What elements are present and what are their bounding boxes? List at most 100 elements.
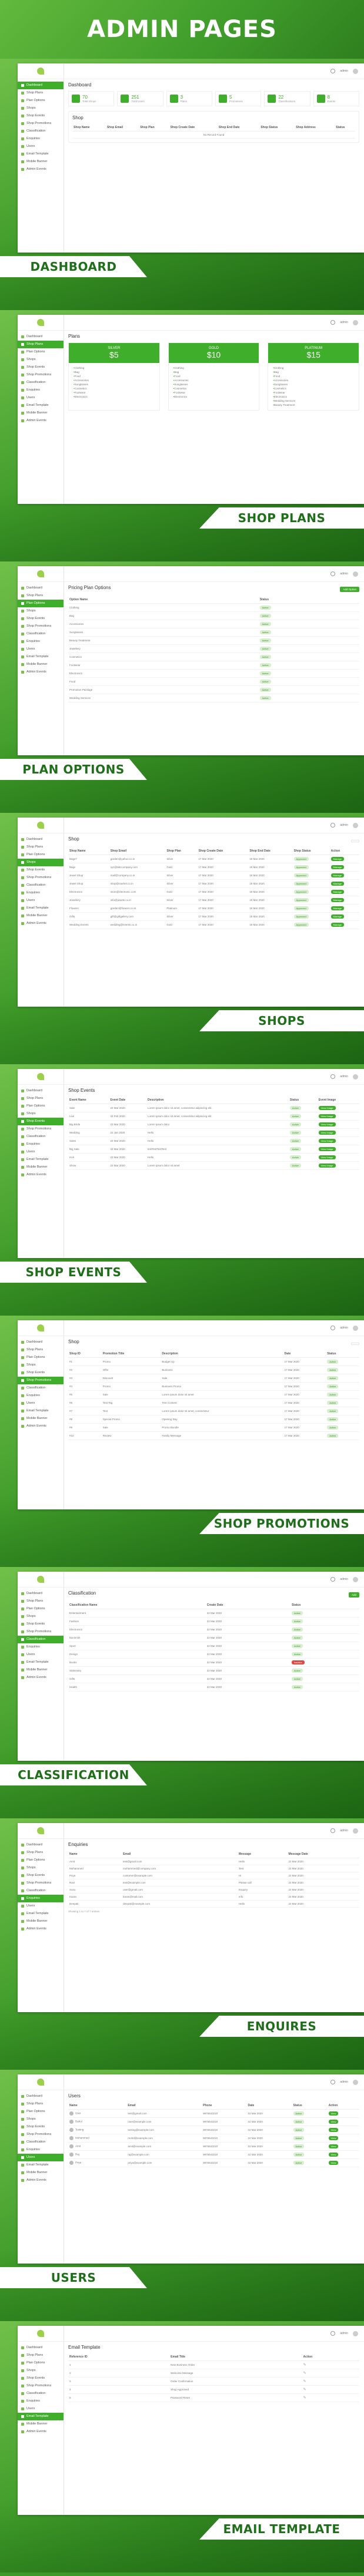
edit-icon[interactable]: ✎ — [303, 2372, 306, 2375]
table-row[interactable]: Electronics 22 Mar 2020 Active — [68, 1625, 359, 1634]
table-row[interactable]: Sunglasses Active — [68, 628, 359, 637]
search-input[interactable] — [351, 1342, 359, 1345]
bell-icon[interactable] — [330, 1326, 336, 1330]
user-name[interactable]: admin — [340, 321, 348, 324]
table-row[interactable]: Priya priya@example.com 9876543210 22 Mar 2… — [68, 2158, 359, 2167]
table-row[interactable]: Wedding 22 Jan 2020 Hello Active View Image — [68, 1128, 359, 1137]
sidebar-item[interactable]: Users — [18, 1902, 64, 1910]
table-row[interactable]: Bags xyz@abccompany.com Gold 17 Mar 2020 18 … — [68, 863, 359, 872]
stat-card[interactable]: 22 Classifications — [264, 91, 310, 106]
sidebar-item[interactable]: Email Template — [18, 1407, 64, 1415]
table-row[interactable]: Gifts gift@giftgallery.com Silver 17 Mar 20… — [68, 912, 359, 921]
table-row[interactable]: Jewellery info@jewels.co.in Silver 17 Mar 2… — [68, 896, 359, 904]
sidebar-item[interactable]: Dashboard — [18, 1087, 64, 1095]
avatar[interactable] — [353, 320, 358, 325]
sidebar-item[interactable]: Shop Events — [18, 1620, 64, 1628]
stat-card[interactable]: 5 Promotions — [215, 91, 262, 106]
bell-icon[interactable] — [330, 1828, 336, 1833]
sidebar-item[interactable]: Plan Options — [18, 97, 64, 105]
user-name[interactable]: admin — [340, 1075, 348, 1078]
sidebar-item[interactable]: Plan Options — [18, 1354, 64, 1361]
sidebar-item[interactable]: Email Template — [18, 402, 64, 409]
table-row[interactable]: Sales 22 Mar 2020 Hello Active View Image — [68, 1136, 359, 1145]
sidebar-item[interactable]: Shop Promotions — [18, 1125, 64, 1133]
sidebar-item[interactable]: Enquiries — [18, 1392, 64, 1400]
sidebar-item[interactable]: Shop Events — [18, 364, 64, 371]
sidebar-item[interactable]: Enquiries — [18, 2146, 64, 2154]
table-row[interactable]: Jewel Shop mail@company.co.in Silver 17 Mar… — [68, 871, 359, 880]
status-badge[interactable]: Active — [259, 696, 271, 700]
view-user-button[interactable]: View — [328, 2128, 339, 2132]
manage-button[interactable]: Manage — [330, 865, 345, 869]
sidebar-item[interactable]: Dashboard — [18, 1590, 64, 1598]
add-option-button[interactable]: Add Option — [340, 587, 359, 592]
sidebar-item[interactable]: Shops — [18, 1613, 64, 1620]
user-name[interactable]: admin — [340, 572, 348, 576]
sidebar-item[interactable]: Plan Options — [18, 1102, 64, 1110]
status-badge[interactable]: Active — [259, 655, 271, 659]
table-row[interactable]: Design 22 Mar 2020 Active — [68, 1650, 359, 1659]
manage-button[interactable]: Manage — [330, 873, 345, 877]
sidebar-item[interactable]: Email Template — [18, 1659, 64, 1666]
sidebar-item[interactable]: Enquiries — [18, 889, 64, 897]
view-user-button[interactable]: View — [328, 2144, 339, 2148]
table-row[interactable]: Jewel Shop shop@market.co.in Silver 17 Mar … — [68, 879, 359, 888]
sidebar-item[interactable]: Mobile Banner — [18, 1918, 64, 1925]
table-row[interactable]: #8 Special Promo Opening Day 17 Mar 2020 Act… — [68, 1415, 359, 1424]
sidebar-item[interactable]: Shop Promotions — [18, 2131, 64, 2138]
sidebar-item[interactable]: Enquiries — [18, 1141, 64, 1148]
view-user-button[interactable]: View — [328, 2153, 339, 2157]
sidebar-item[interactable]: Dashboard — [18, 584, 64, 592]
stat-card[interactable]: 3 Plans — [166, 91, 212, 106]
sidebar-item[interactable]: Plan Options — [18, 348, 64, 356]
user-name[interactable]: admin — [340, 1829, 348, 1832]
status-badge[interactable]: Active — [259, 606, 271, 610]
manage-button[interactable]: Manage — [330, 914, 345, 919]
view-image-button[interactable]: View Image — [318, 1106, 336, 1110]
table-row[interactable]: Live 22 Feb 2020 Lorem ipsum dolor sit ame… — [68, 1112, 359, 1121]
user-name[interactable]: admin — [340, 1326, 348, 1330]
sidebar-item[interactable]: Enquiries — [18, 386, 64, 394]
sidebar-item[interactable]: Shop Promotions — [18, 120, 64, 127]
table-row[interactable]: Big Sale 22 Mar 2020 testTestTestTest Activ… — [68, 1145, 359, 1154]
table-row[interactable]: Big Bride 22 Mar 2020 Lorem ipsum dolor Act… — [68, 1120, 359, 1129]
sidebar-item[interactable]: Plan Options — [18, 1857, 64, 1864]
sidebar-item[interactable]: Users — [18, 394, 64, 402]
table-row[interactable]: #10 Review Family Message 17 Mar 2020 Active — [68, 1431, 359, 1440]
avatar[interactable] — [353, 2079, 358, 2085]
plan-card[interactable]: SILVER$5 Clothing BagFoodAccessoriesSungla… — [68, 342, 160, 411]
stat-card[interactable]: 70 Total Shops — [68, 91, 115, 106]
sidebar-item[interactable]: Shop Plans — [18, 1095, 64, 1102]
sidebar-item[interactable]: Dashboard — [18, 1339, 64, 1346]
sidebar-item[interactable]: Shops — [18, 607, 64, 615]
sidebar-item[interactable]: Users — [18, 2154, 64, 2161]
sidebar-item[interactable]: Enquiries — [18, 135, 64, 143]
table-row[interactable]: Sport 22 Mar 2020 Active — [68, 1642, 359, 1650]
sidebar-item[interactable]: Shop Events — [18, 1872, 64, 1879]
search-input[interactable] — [351, 839, 359, 842]
avatar[interactable] — [353, 822, 358, 828]
sidebar-item[interactable]: Classification — [18, 379, 64, 386]
table-row[interactable]: Health 22 Mar 2020 Active — [68, 1683, 359, 1691]
status-badge[interactable]: Active — [259, 663, 271, 667]
sidebar-item[interactable]: Shop Plans — [18, 2352, 64, 2359]
sidebar-item[interactable]: Shop Plans — [18, 843, 64, 851]
user-name[interactable]: admin — [340, 2080, 348, 2084]
table-row[interactable]: Ravi test@example.com Please call 22 Mar 20… — [68, 1879, 359, 1886]
view-image-button[interactable]: View Image — [318, 1163, 336, 1168]
bell-icon[interactable] — [330, 571, 336, 576]
sidebar-item[interactable]: Mobile Banner — [18, 2420, 64, 2428]
sidebar-item[interactable]: Shops — [18, 356, 64, 364]
sidebar-item[interactable]: Admin Events — [18, 166, 64, 173]
table-row[interactable]: Beauty Treatment Active — [68, 636, 359, 645]
sidebar-item[interactable]: Email Template — [18, 1910, 64, 1918]
table-row[interactable]: Gifts 22 Mar 2020 Active — [68, 1674, 359, 1683]
table-row[interactable]: 2 Welcome Message ✎ — [68, 2369, 359, 2377]
sidebar-item[interactable]: Shop Events — [18, 2375, 64, 2382]
view-image-button[interactable]: View Image — [318, 1122, 336, 1126]
sidebar-item[interactable]: Enquiries — [18, 2397, 64, 2405]
table-row[interactable]: Stationary 22 Mar 2020 Active — [68, 1666, 359, 1675]
table-row[interactable]: #2 Offer Business 17 Mar 2020 Active — [68, 1366, 359, 1374]
table-row[interactable]: Jewellery Active — [68, 644, 359, 653]
table-row[interactable]: Footwear Active — [68, 661, 359, 670]
